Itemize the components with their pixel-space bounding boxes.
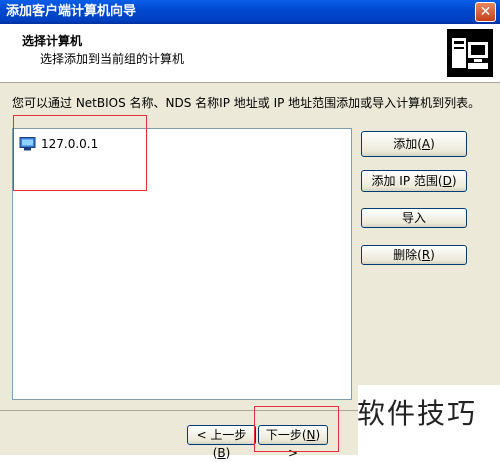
page-title: 选择计算机 [22,34,83,48]
close-icon: ✕ [479,4,492,20]
title-bar[interactable]: 添加客户端计算机向导 ✕ [0,0,500,24]
back-button[interactable]: < 上一步(B) [187,425,256,460]
highlight-box-next-button [254,406,339,452]
highlight-box-list-item [13,115,147,191]
watermark-text: 软件技巧 [357,397,478,430]
delete-button[interactable]: 删除(R) [361,245,467,265]
page-subtitle: 选择添加到当前组的计算机 [40,52,185,66]
import-button[interactable]: 导入 [361,208,467,228]
add-client-wizard-window: 添加客户端计算机向导 ✕ 选择计算机 选择添加到当前组的计算机 您可以通过 Ne… [0,0,500,460]
wizard-header: 选择计算机 选择添加到当前组的计算机 [0,24,500,83]
computers-icon [447,29,493,77]
add-ip-range-button[interactable]: 添加 IP 范围(D) [361,170,467,192]
window-title: 添加客户端计算机向导 [6,4,137,19]
instructions-text: 您可以通过 NetBIOS 名称、NDS 名称IP 地址或 IP 地址范围添加或… [12,96,481,110]
add-button[interactable]: 添加(A) [361,131,467,157]
close-button[interactable]: ✕ [475,2,496,22]
